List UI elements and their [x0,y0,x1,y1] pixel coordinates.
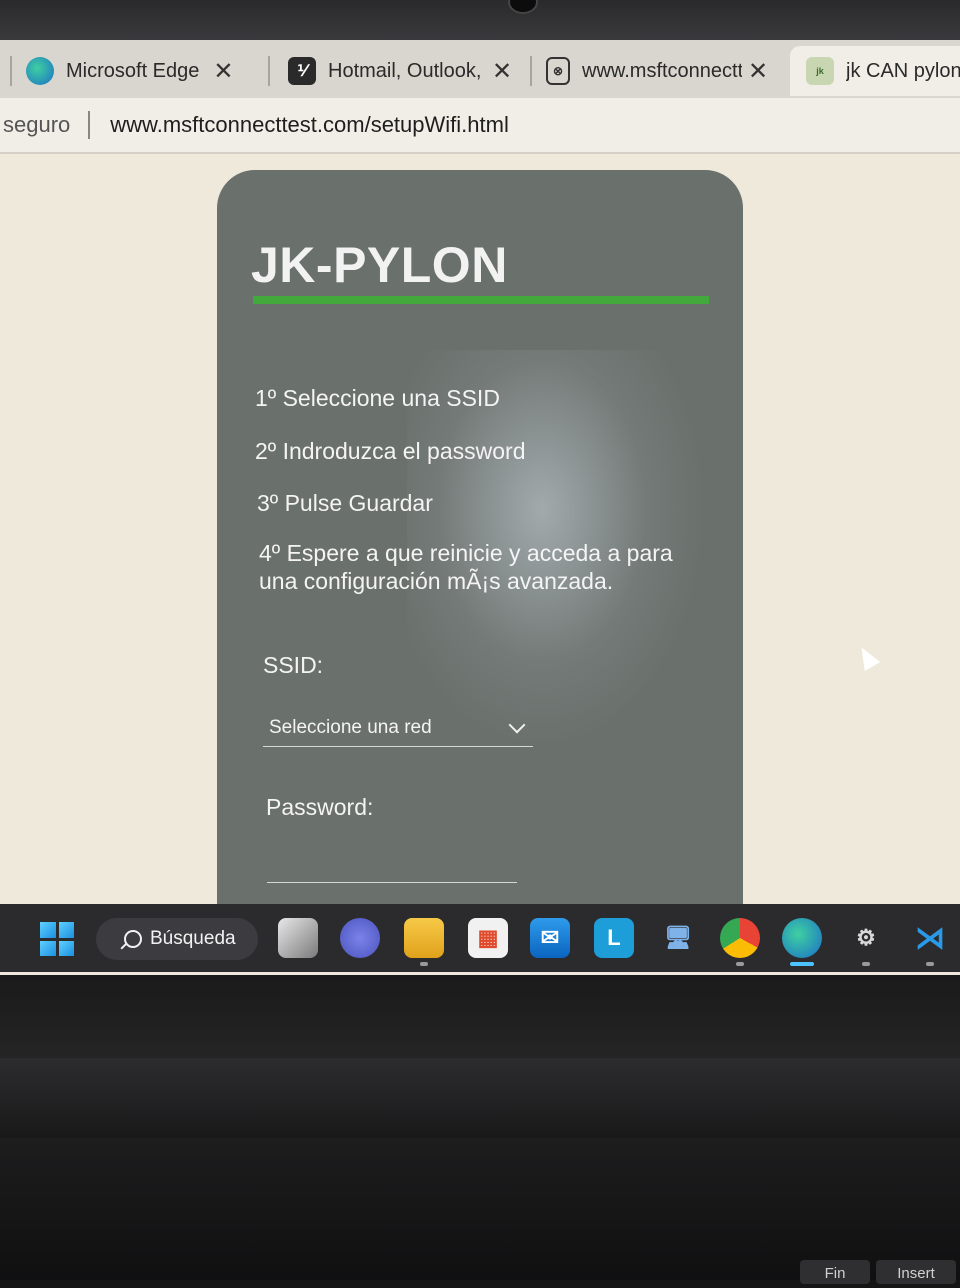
page-error-icon: ⊗ [546,57,570,85]
file-explorer-icon[interactable] [404,918,444,958]
close-icon[interactable]: ✕ [748,57,768,86]
chrome-icon[interactable] [720,918,760,958]
tab-separator [10,56,12,86]
edge-icon[interactable] [782,918,822,958]
ssid-label: SSID: [263,652,324,678]
step-4: 4º Espere a que reinicie y acceda a para… [259,540,673,594]
teams-icon[interactable] [340,918,380,958]
vscode-icon[interactable]: ⋊ [910,918,950,958]
keyboard: Fin Insert [0,1256,960,1284]
security-label[interactable]: seguro [3,112,70,138]
taskbar-search[interactable]: Búsqueda [96,918,258,960]
search-label: Búsqueda [150,928,236,949]
password-label: Password: [266,794,374,820]
tab-bar: Microsoft Edge ✕ ⅟ Hotmail, Outlook, n ✕… [0,40,960,98]
tab-separator [530,56,532,86]
close-icon[interactable]: ✕ [492,57,512,86]
title-underline [253,296,709,304]
tab-jk-can-pylon[interactable]: jk jk CAN pylon [790,46,960,96]
page-content: JK-PYLON 1º Seleccione una SSID 2º Indro… [0,154,960,930]
outlook-icon: ⅟ [288,57,316,85]
task-view-icon[interactable] [278,918,318,958]
setup-card: JK-PYLON 1º Seleccione una SSID 2º Indro… [217,170,743,930]
edge-icon [26,57,54,85]
screen: Microsoft Edge ✕ ⅟ Hotmail, Outlook, n ✕… [0,40,960,975]
ssid-select[interactable]: Seleccione una red [263,710,533,747]
tab-hotmail[interactable]: ⅟ Hotmail, Outlook, n ✕ [288,46,520,96]
running-indicator [736,962,744,966]
close-icon[interactable]: ✕ [213,57,233,86]
tab-title: jk CAN pylon [846,59,960,82]
tab-msftconnecttest[interactable]: ⊗ www.msftconnectte ✕ [546,46,778,96]
chevron-down-icon [508,716,526,734]
step-2: 2º Indroduzca el password [255,438,526,464]
running-indicator [862,962,870,966]
network-tool-icon[interactable]: ⚙ [846,918,886,958]
windows-start-icon[interactable] [40,922,74,956]
ssid-selected-value: Seleccione una red [269,717,432,738]
microsoft-store-icon[interactable]: ▦ [468,918,508,958]
address-bar[interactable]: seguro www.msftconnecttest.com/setupWifi… [0,98,960,154]
tab-title: www.msftconnectte [582,59,742,82]
tab-title: Hotmail, Outlook, n [328,59,488,82]
divider [88,111,91,139]
key-insert: Insert [876,1260,956,1284]
step-1: 1º Seleccione una SSID [255,385,500,411]
l-app-icon[interactable]: L [594,918,634,958]
webcam [508,0,538,14]
key-fin: Fin [800,1260,870,1284]
url-text[interactable]: www.msftconnecttest.com/setupWifi.html [110,112,509,138]
taskbar: Búsqueda ▦ ✉ L 🖥 ⚙ ⋊ [0,904,960,972]
running-indicator [926,962,934,966]
search-icon [124,930,142,948]
active-indicator [790,962,814,966]
step-3: 3º Pulse Guardar [257,490,433,516]
laptop-hinge [0,1058,960,1138]
tab-separator [268,56,270,86]
page-title: JK-PYLON [251,237,508,293]
mail-icon[interactable]: ✉ [530,918,570,958]
password-field[interactable] [267,846,517,883]
running-indicator [420,962,428,966]
jk-pylon-favicon: jk [806,57,834,85]
remote-desktop-icon[interactable]: 🖥 [658,918,698,958]
tab-title: Microsoft Edge [66,59,200,82]
laptop-bezel [0,0,960,44]
mouse-cursor-icon [853,642,881,672]
tab-microsoft-edge[interactable]: Microsoft Edge ✕ [26,46,262,96]
